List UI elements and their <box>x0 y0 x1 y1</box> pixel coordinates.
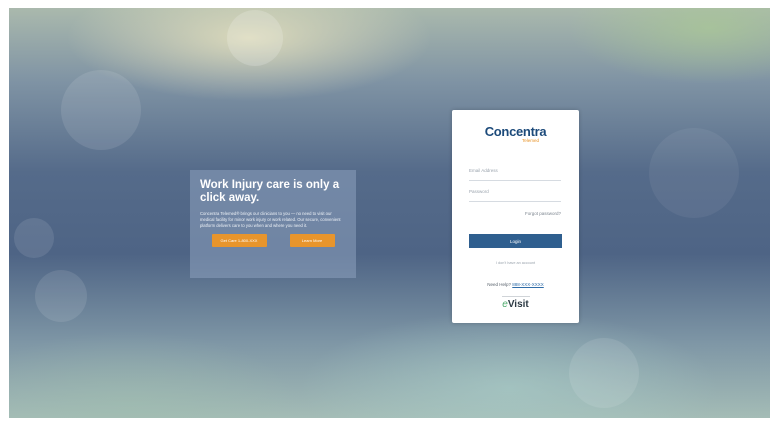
bokeh-circle <box>569 338 639 408</box>
password-field[interactable]: Password <box>469 189 561 202</box>
evisit-logo: eVisit <box>452 299 579 310</box>
bokeh-circle <box>227 10 283 66</box>
no-account-link[interactable]: I don't have an account <box>452 261 579 265</box>
evisit-logo-text: Visit <box>507 299 529 310</box>
background-frame: Work Injury care is only a click away. C… <box>9 8 770 418</box>
email-field[interactable]: Email Address <box>469 168 561 181</box>
login-card: Concentra Telemed Email Address Password… <box>452 110 579 323</box>
promo-title: Work Injury care is only a click away. <box>200 179 340 204</box>
get-care-button[interactable]: Get Care 1-800-XXX <box>211 234 267 247</box>
forgot-password-link[interactable]: Forgot password? <box>525 211 561 216</box>
login-button[interactable]: Login <box>469 234 562 248</box>
help-label: Need Help? <box>487 282 511 287</box>
promo-buttons: Get Care 1-800-XXX Learn More <box>200 234 346 247</box>
promo-description: Concentra Telemed® brings our clinicians… <box>200 211 341 228</box>
bokeh-circle <box>14 218 54 258</box>
logo-wordmark: Concentra <box>484 124 547 139</box>
promo-box: Work Injury care is only a click away. C… <box>190 170 356 278</box>
bokeh-circle <box>35 270 87 322</box>
help-phone-link[interactable]: 888-XXX-XXXX <box>512 282 544 287</box>
learn-more-button[interactable]: Learn More <box>289 234 335 247</box>
bokeh-circle <box>649 128 739 218</box>
bokeh-circle <box>61 70 141 150</box>
divider <box>502 296 530 297</box>
concentra-logo: Concentra Telemed <box>452 124 579 143</box>
help-line: Need Help? 888-XXX-XXXX <box>452 282 579 287</box>
